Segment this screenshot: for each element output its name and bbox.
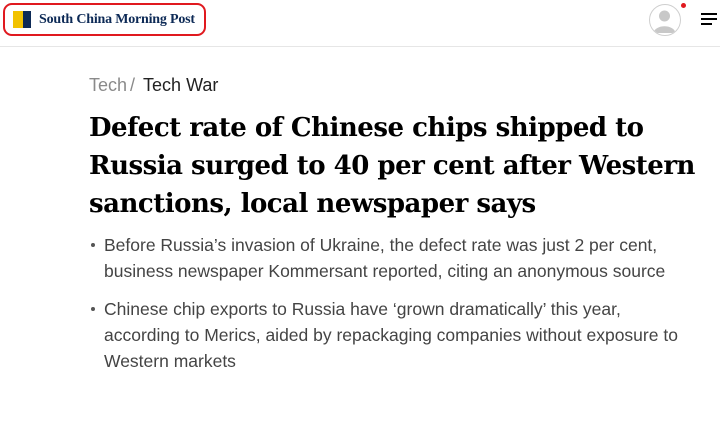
summary-text: Before Russia’s invasion of Ukraine, the… — [104, 235, 666, 281]
site-header: South China Morning Post — [0, 0, 720, 47]
article-headline: Defect rate of Chinese chips shipped to … — [89, 113, 695, 219]
logo-text: South China Morning Post — [39, 11, 195, 27]
summary-item: Before Russia’s invasion of Ukraine, the… — [89, 232, 689, 284]
hamburger-menu-icon[interactable] — [701, 13, 717, 26]
article-summary-list: Before Russia’s invasion of Ukraine, the… — [89, 232, 689, 386]
user-avatar-icon[interactable] — [649, 4, 681, 36]
bullet-icon — [91, 307, 95, 311]
bullet-icon — [91, 243, 95, 247]
breadcrumb-tech-link[interactable]: Tech — [89, 75, 127, 95]
breadcrumb-separator: / — [130, 75, 136, 95]
breadcrumb-tech-war-link[interactable]: Tech War — [143, 75, 218, 95]
scmp-logo-icon — [13, 11, 31, 28]
breadcrumb: Tech / Tech War — [89, 74, 218, 96]
notification-dot-icon — [681, 3, 686, 8]
summary-text: Chinese chip exports to Russia have ‘gro… — [104, 299, 678, 371]
scmp-logo-link[interactable]: South China Morning Post — [3, 3, 206, 36]
summary-item: Chinese chip exports to Russia have ‘gro… — [89, 296, 689, 374]
